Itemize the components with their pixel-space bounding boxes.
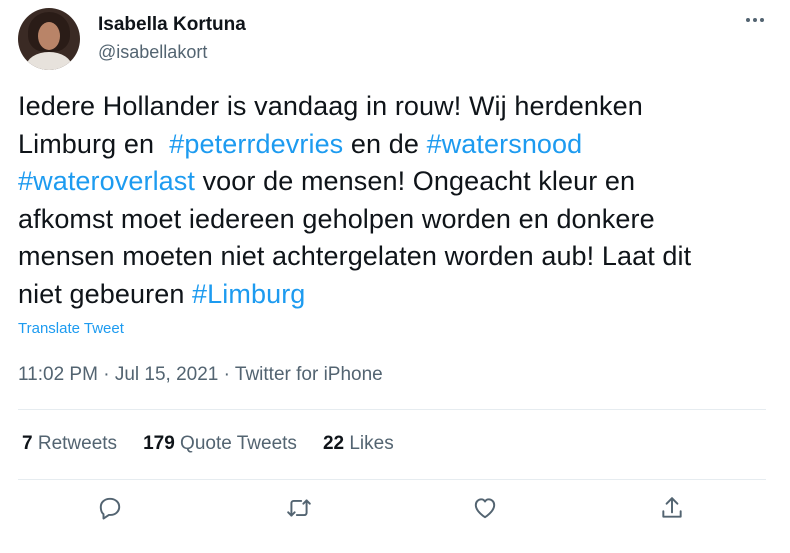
tweet-line: mensen moeten niet achtergelaten worden … (18, 238, 770, 276)
tweet-date[interactable]: Jul 15, 2021 (115, 364, 219, 385)
divider (18, 409, 766, 410)
hashtag-wateroverlast[interactable]: #wateroverlast (18, 166, 195, 196)
tweet-text-segment: afkomst moet iedereen geholpen worden en… (18, 203, 655, 234)
retweets-label: Retweets (37, 433, 118, 454)
tweet-text-segment: Iedere Hollander is vandaag in rouw! Wij… (18, 91, 643, 121)
meta-separator: · (97, 364, 115, 385)
tweet-line: Iedere Hollander is vandaag in rouw! Wij… (18, 88, 770, 126)
hashtag-limburg[interactable]: #Limburg (192, 279, 305, 309)
meta-separator: · (218, 364, 235, 385)
tweet-actions (0, 480, 790, 540)
tweet-text-segment: en de (343, 128, 427, 159)
tweet-text-segment: voor de mensen! Ongeacht kleur en (194, 166, 636, 196)
likes-stat[interactable]: 22 Likes (323, 433, 394, 455)
tweet-stats: 7 Retweets 179 Quote Tweets 22 Likes (22, 433, 394, 455)
tweet-line: #wateroverlast voor de mensen! Ongeacht … (18, 163, 770, 201)
tweet-text-segment: mensen moeten niet achtergelaten worden … (18, 241, 692, 271)
translate-tweet-link[interactable]: Translate Tweet (18, 320, 124, 337)
likes-count: 22 (322, 433, 345, 454)
tweet-text-segment: niet gebeuren (18, 278, 193, 309)
avatar-body (26, 52, 72, 70)
quote-tweets-stat[interactable]: 179 Quote Tweets (143, 433, 297, 455)
tweet-line: afkomst moet iedereen geholpen worden en… (18, 201, 770, 239)
retweet-icon[interactable] (281, 490, 317, 526)
hashtag-peterrdevries[interactable]: #peterrdevries (169, 129, 343, 159)
hashtag-watersnood[interactable]: #watersnood (427, 129, 583, 159)
tweet-meta: 11:02 PM · Jul 15, 2021 · Twitter for iP… (18, 364, 383, 386)
tweet-header: Isabella Kortuna @isabellakort (18, 8, 770, 70)
tweet-time[interactable]: 11:02 PM (18, 364, 98, 385)
tweet-line: Limburg en #peterrdevries en de #watersn… (18, 126, 770, 164)
heart-icon[interactable] (467, 490, 503, 526)
user-handle[interactable]: @isabellakort (98, 41, 246, 63)
avatar[interactable] (18, 8, 80, 70)
more-dot (746, 18, 750, 22)
share-icon[interactable] (654, 490, 690, 526)
quote-tweets-label: Quote Tweets (180, 433, 297, 454)
tweet-text-segment: Limburg en (18, 128, 162, 159)
more-icon[interactable] (740, 10, 770, 30)
tweet-line: niet gebeuren #Limburg (18, 276, 770, 314)
retweets-stat[interactable]: 7 Retweets (22, 433, 117, 455)
retweets-count: 7 (22, 433, 33, 454)
display-name[interactable]: Isabella Kortuna (98, 14, 246, 36)
tweet-text: Iedere Hollander is vandaag in rouw! Wij… (18, 88, 770, 313)
author-names: Isabella Kortuna @isabellakort (98, 14, 246, 63)
reply-icon[interactable] (92, 490, 128, 526)
more-dot (753, 18, 757, 22)
quote-tweets-count: 179 (143, 433, 175, 454)
tweet-source[interactable]: Twitter for iPhone (235, 364, 383, 385)
avatar-face (38, 22, 60, 50)
more-dot (760, 18, 764, 22)
tweet: Isabella Kortuna @isabellakort Iedere Ho… (0, 0, 790, 553)
likes-label: Likes (349, 433, 394, 454)
